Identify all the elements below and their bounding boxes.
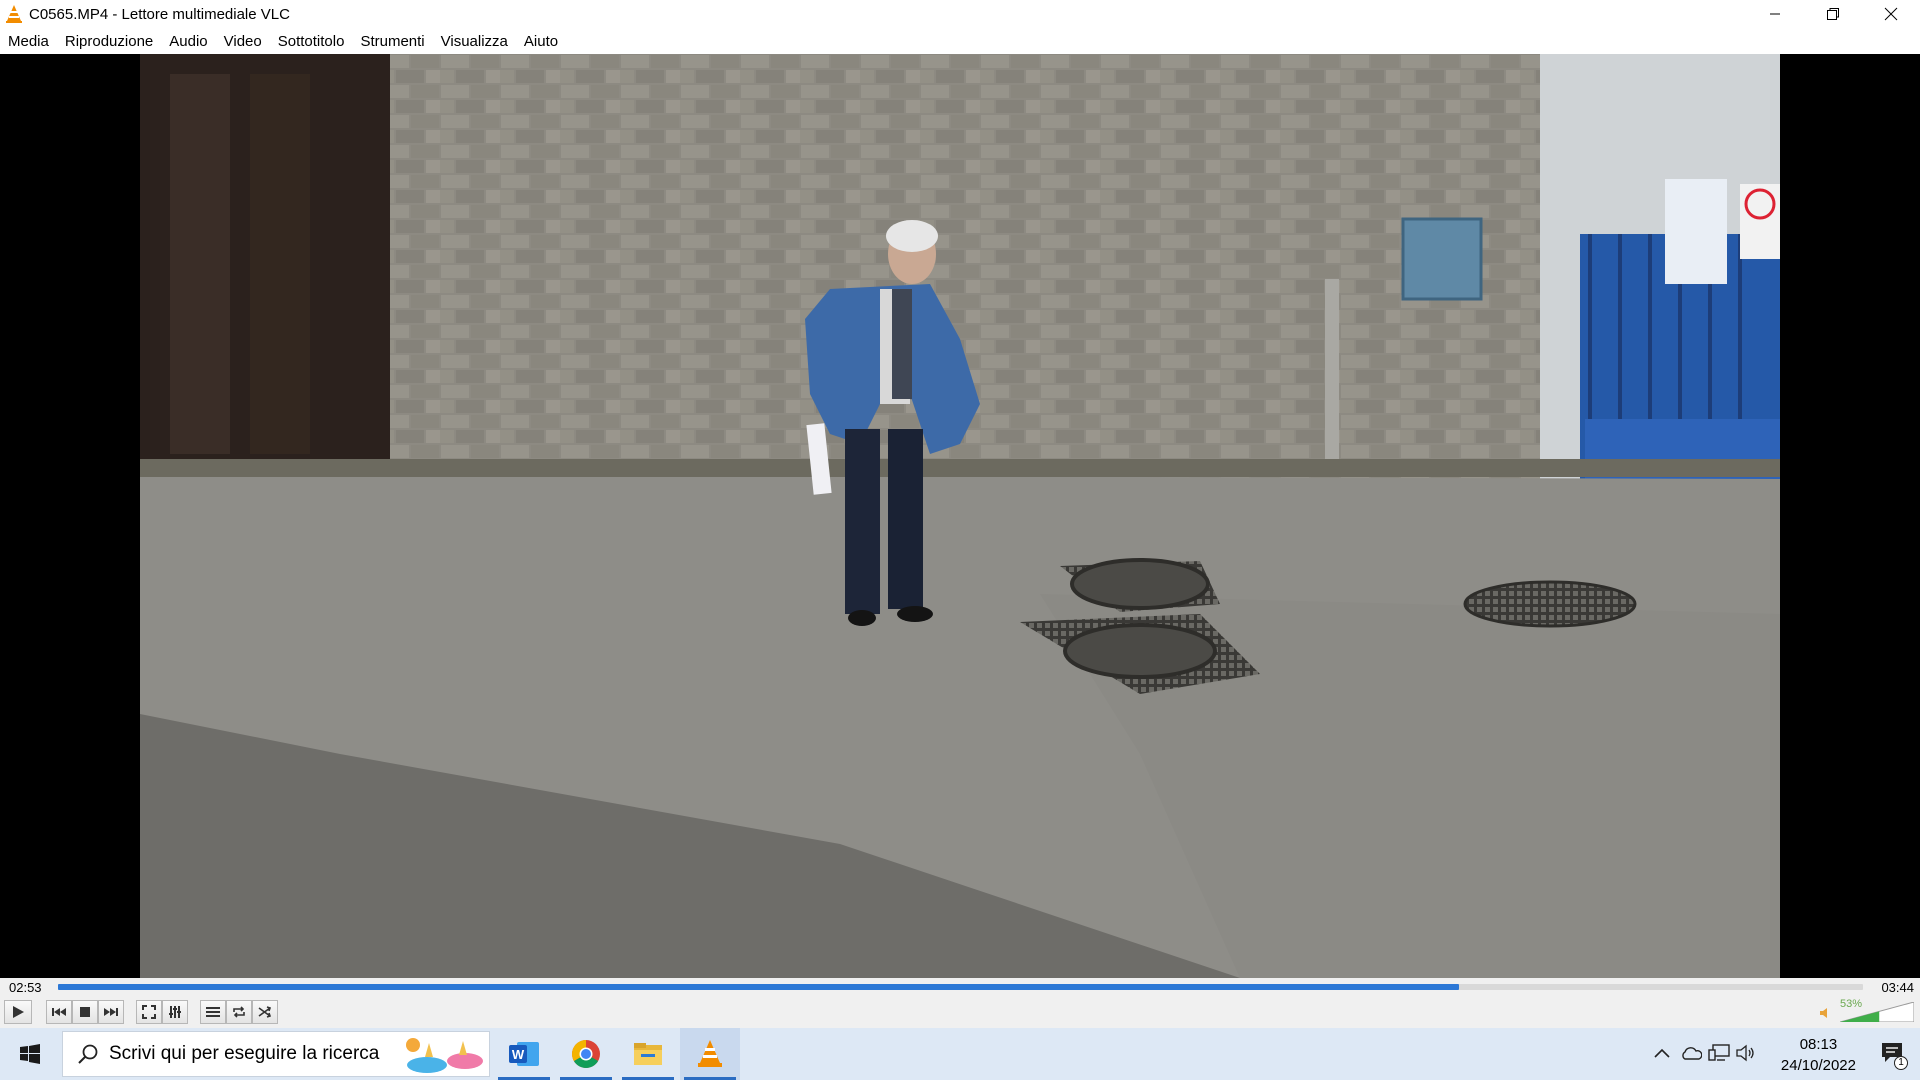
restore-button[interactable] bbox=[1804, 0, 1862, 28]
next-button[interactable] bbox=[98, 1000, 124, 1024]
chevron-up-icon[interactable] bbox=[1654, 1048, 1670, 1058]
volume-slider[interactable] bbox=[1840, 1002, 1914, 1022]
video-frame bbox=[140, 54, 1780, 978]
total-time[interactable]: 03:44 bbox=[1881, 980, 1914, 995]
video-scene bbox=[140, 54, 1780, 978]
playback-controls: 53% bbox=[0, 996, 1920, 1028]
close-button[interactable] bbox=[1862, 0, 1920, 28]
menu-riproduzione[interactable]: Riproduzione bbox=[65, 33, 153, 50]
onedrive-icon[interactable] bbox=[1680, 1046, 1702, 1060]
svg-text:W: W bbox=[512, 1047, 525, 1062]
search-highlight-icon bbox=[406, 1038, 483, 1073]
seek-bar-row: 02:53 03:44 bbox=[0, 978, 1920, 996]
menu-aiuto[interactable]: Aiuto bbox=[524, 33, 558, 50]
video-display[interactable] bbox=[0, 54, 1920, 978]
volume-icon[interactable] bbox=[1736, 1044, 1756, 1062]
word-icon: W bbox=[509, 1042, 539, 1066]
menu-audio[interactable]: Audio bbox=[169, 33, 207, 50]
menu-visualizza[interactable]: Visualizza bbox=[441, 33, 508, 50]
taskbar: Scrivi qui per eseguire la ricerca W 08:… bbox=[0, 1028, 1920, 1080]
previous-button[interactable] bbox=[46, 1000, 72, 1024]
close-icon bbox=[1884, 7, 1898, 21]
notification-count: 1 bbox=[1894, 1056, 1908, 1070]
speaker-icon[interactable] bbox=[1820, 1007, 1832, 1019]
previous-icon bbox=[52, 1008, 66, 1016]
vlc-cone-icon bbox=[5, 4, 23, 24]
playlist-button[interactable] bbox=[200, 1000, 226, 1024]
stop-icon bbox=[80, 1007, 90, 1017]
taskbar-search[interactable]: Scrivi qui per eseguire la ricerca bbox=[62, 1031, 490, 1077]
taskbar-vlc[interactable] bbox=[680, 1028, 740, 1080]
fullscreen-icon bbox=[142, 1005, 156, 1019]
title-bar: C0565.MP4 - Lettore multimediale VLC bbox=[0, 0, 1920, 28]
loop-button[interactable] bbox=[226, 1000, 252, 1024]
start-button[interactable] bbox=[0, 1028, 60, 1080]
clock-date: 24/10/2022 bbox=[1780, 1057, 1856, 1074]
seek-slider[interactable] bbox=[58, 984, 1863, 990]
stop-button[interactable] bbox=[72, 1000, 98, 1024]
vlc-cone-icon bbox=[698, 1040, 722, 1067]
network-icon[interactable] bbox=[1708, 1044, 1730, 1062]
clock[interactable]: 08:13 24/10/2022 bbox=[1781, 1034, 1856, 1076]
play-icon bbox=[13, 1006, 24, 1018]
menu-media[interactable]: Media bbox=[8, 33, 49, 50]
equalizer-icon bbox=[169, 1006, 181, 1018]
minimize-icon bbox=[1770, 13, 1780, 15]
taskbar-word[interactable]: W bbox=[494, 1028, 554, 1080]
notifications-button[interactable]: 1 bbox=[1880, 1040, 1908, 1070]
menu-sottotitolo[interactable]: Sottotitolo bbox=[278, 33, 345, 50]
menu-bar: Media Riproduzione Audio Video Sottotito… bbox=[0, 28, 1920, 54]
menu-strumenti[interactable]: Strumenti bbox=[360, 33, 424, 50]
windows-icon bbox=[20, 1044, 40, 1064]
extended-settings-button[interactable] bbox=[162, 1000, 188, 1024]
shuffle-icon bbox=[258, 1006, 272, 1018]
loop-icon bbox=[233, 1006, 245, 1018]
play-button[interactable] bbox=[4, 1000, 32, 1024]
search-icon bbox=[78, 1044, 98, 1064]
taskbar-file-explorer[interactable] bbox=[618, 1028, 678, 1080]
elapsed-time: 02:53 bbox=[9, 980, 42, 995]
clock-time: 08:13 bbox=[1799, 1036, 1838, 1053]
fullscreen-button[interactable] bbox=[136, 1000, 162, 1024]
minimize-button[interactable] bbox=[1746, 0, 1804, 28]
seek-progress bbox=[58, 984, 1459, 990]
taskbar-chrome[interactable] bbox=[556, 1028, 616, 1080]
restore-icon bbox=[1827, 8, 1839, 20]
search-placeholder: Scrivi qui per eseguire la ricerca bbox=[109, 1043, 380, 1064]
chrome-icon bbox=[572, 1040, 600, 1068]
system-tray: 08:13 24/10/2022 1 bbox=[1620, 1028, 1920, 1080]
next-icon bbox=[104, 1008, 118, 1016]
playlist-icon bbox=[206, 1007, 220, 1017]
shuffle-button[interactable] bbox=[252, 1000, 278, 1024]
window-title: C0565.MP4 - Lettore multimediale VLC bbox=[29, 5, 290, 23]
folder-icon bbox=[634, 1043, 662, 1065]
menu-video[interactable]: Video bbox=[224, 33, 262, 50]
